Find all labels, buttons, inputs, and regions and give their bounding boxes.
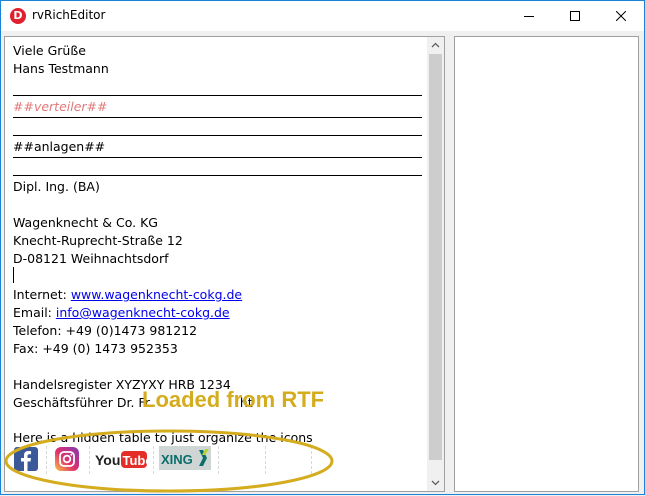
title-bar: D rvRichEditor <box>1 1 644 31</box>
scroll-thumb[interactable] <box>429 54 442 460</box>
text-line: Fax: +49 (0) 1473 952353 <box>13 341 178 356</box>
editor-content[interactable]: Viele Grüße Hans Testmann ##verteiler## … <box>5 37 427 491</box>
divider <box>13 95 422 96</box>
text-line: Dipl. Ing. (BA) <box>13 179 100 194</box>
close-icon <box>616 11 626 21</box>
minimize-button[interactable] <box>506 1 552 31</box>
internet-line: Internet: www.wagenknecht-cokg.de <box>13 287 242 302</box>
side-panel <box>454 36 639 492</box>
email-line: Email: info@wagenknecht-cokg.de <box>13 305 230 320</box>
minimize-icon <box>524 16 534 17</box>
text-line: Viele Grüße <box>13 43 86 58</box>
table-cell-border <box>153 446 154 474</box>
table-cell-border <box>265 446 266 474</box>
table-cell-border <box>218 446 219 474</box>
text-line: Hans Testmann <box>13 61 109 76</box>
text-line: Telefon: +49 (0)1473 981212 <box>13 323 198 338</box>
youtube-icon[interactable]: You Tube <box>94 446 153 474</box>
table-cell-border <box>46 446 47 474</box>
email-link[interactable]: info@wagenknecht-cokg.de <box>56 305 230 320</box>
ceo-text: Geschäftsführer Dr. Fr <box>13 395 150 410</box>
divider <box>13 157 422 158</box>
rich-editor[interactable]: Viele Grüße Hans Testmann ##verteiler## … <box>4 36 445 492</box>
chevron-up-icon <box>431 42 440 48</box>
verteiler-field: ##verteiler## <box>13 99 108 114</box>
divider <box>13 135 422 136</box>
text-line: Wagenknecht & Co. KG <box>13 215 158 230</box>
scroll-down-button[interactable] <box>427 474 444 491</box>
text-line: Here is a hidden table to just organize … <box>13 430 313 445</box>
text-cursor <box>13 267 14 283</box>
app-window: D rvRichEditor Viele Grüße Hans Testmann… <box>0 0 645 495</box>
vertical-scrollbar[interactable] <box>427 37 444 491</box>
loaded-overlay-label: Loaded from RTF <box>142 387 325 412</box>
text-line: D-08121 Weihnachtsdorf <box>13 251 169 266</box>
text-line: Knecht-Ruprecht-Straße 12 <box>13 233 183 248</box>
maximize-button[interactable] <box>552 1 598 31</box>
close-button[interactable] <box>598 1 644 31</box>
divider <box>13 117 422 118</box>
maximize-icon <box>570 11 580 21</box>
chevron-down-icon <box>431 480 440 486</box>
table-cell-border <box>89 446 90 474</box>
table-cell-border <box>311 446 312 474</box>
window-title: rvRichEditor <box>32 8 106 22</box>
internet-label: Internet: <box>13 287 71 302</box>
facebook-icon[interactable] <box>13 446 39 474</box>
app-icon: D <box>10 8 26 24</box>
xing-icon[interactable]: XING <box>159 446 211 474</box>
email-label: Email: <box>13 305 56 320</box>
youtube-logo-text-b: Tube <box>123 453 149 468</box>
scroll-up-button[interactable] <box>427 37 444 54</box>
anlagen-field: ##anlagen## <box>13 139 106 154</box>
xing-logo-text: XING <box>161 452 193 467</box>
instagram-icon[interactable] <box>54 446 80 474</box>
youtube-logo-text-a: You <box>95 452 120 468</box>
website-link[interactable]: www.wagenknecht-cokg.de <box>71 287 242 302</box>
divider <box>13 175 422 176</box>
